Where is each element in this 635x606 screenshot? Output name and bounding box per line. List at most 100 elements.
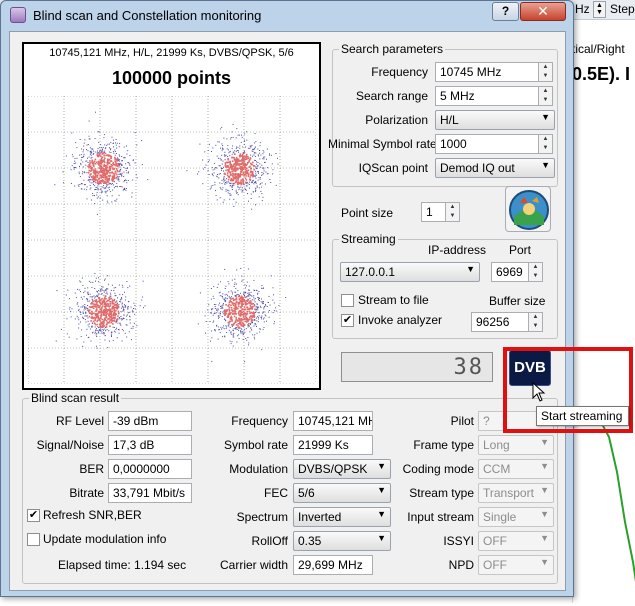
constellation-point <box>229 171 232 173</box>
stream-type-select[interactable]: Transport ▼ <box>478 483 554 503</box>
analyzer-image-button[interactable] <box>505 186 551 232</box>
title-bar[interactable]: Blind scan and Constellation monitoring … <box>1 1 573 31</box>
constellation-point <box>257 321 259 323</box>
constellation-point <box>232 145 234 147</box>
min-symbol-rate-spinner[interactable]: ▲ ▼ <box>539 134 553 154</box>
constellation-point <box>229 194 231 196</box>
iqscan-point-select[interactable]: Demod IQ out ▼ <box>435 158 555 178</box>
port-spinner[interactable]: ▲ ▼ <box>529 262 543 282</box>
constellation-point <box>84 319 86 321</box>
constellation-point <box>132 326 134 327</box>
spin-down-icon[interactable]: ▼ <box>539 72 552 81</box>
search-range-input[interactable]: 5 MHz <box>435 86 539 106</box>
rolloff-select[interactable]: 0.35 ▼ <box>293 531 391 551</box>
npd-select[interactable]: OFF ▼ <box>478 555 554 575</box>
constellation-point <box>114 170 117 173</box>
constellation-point <box>92 163 95 165</box>
refresh-snr-checkbox[interactable]: ✔ <box>27 509 40 522</box>
min-symbol-rate-input[interactable]: 1000 <box>435 134 539 154</box>
spin-down-icon[interactable]: ▼ <box>446 212 459 221</box>
spectrum-select[interactable]: Inverted ▼ <box>293 507 391 527</box>
constellation-point <box>106 310 109 313</box>
constellation-point <box>95 178 97 181</box>
spin-up-icon[interactable]: ▲ <box>446 203 459 212</box>
constellation-point <box>250 168 252 170</box>
buffer-size-spinner[interactable]: ▲ ▼ <box>529 312 543 332</box>
port-label: Port <box>509 243 532 257</box>
spin-down-icon[interactable]: ▼ <box>529 322 542 331</box>
constellation-point <box>207 161 209 162</box>
frequency-input[interactable]: 10745 MHz <box>435 62 539 82</box>
input-stream-select[interactable]: Single ▼ <box>478 507 554 527</box>
chevron-down-icon: ▼ <box>540 485 549 495</box>
chevron-down-icon: ▼ <box>540 509 549 519</box>
spin-up-icon[interactable]: ▲ <box>529 313 542 322</box>
invoke-analyzer-checkbox[interactable]: ✔ <box>341 314 354 327</box>
ip-address-select[interactable]: 127.0.0.1 ▼ <box>340 262 480 282</box>
constellation-point <box>98 297 100 299</box>
fec-select[interactable]: 5/6 ▼ <box>293 483 391 503</box>
constellation-point <box>134 313 136 315</box>
constellation-point <box>239 310 242 313</box>
modulation-select[interactable]: DVBS/QPSK ▼ <box>293 459 391 479</box>
constellation-point <box>104 182 107 184</box>
update-modulation-checkbox[interactable] <box>27 533 40 546</box>
constellation-point <box>97 316 99 318</box>
frequency-spinner[interactable]: ▲ ▼ <box>539 62 553 82</box>
constellation-point <box>107 162 109 164</box>
constellation-point <box>253 191 254 193</box>
constellation-point <box>231 170 234 172</box>
constellation-point <box>122 160 123 162</box>
constellation-point <box>273 323 275 325</box>
constellation-point <box>115 163 118 165</box>
constellation-point <box>127 287 129 289</box>
constellation-point <box>260 301 262 303</box>
constellation-point <box>101 331 103 333</box>
constellation-point <box>112 339 114 341</box>
buffer-size-input[interactable]: 96256 <box>471 312 529 332</box>
constellation-point <box>238 329 240 331</box>
spin-up-icon[interactable]: ▲ <box>539 87 552 96</box>
constellation-point <box>230 137 232 138</box>
constellation-point <box>247 181 249 183</box>
constellation-point <box>246 310 248 313</box>
issyi-select[interactable]: OFF ▼ <box>478 531 554 551</box>
constellation-point <box>214 306 216 308</box>
constellation-point <box>99 151 101 153</box>
help-button[interactable]: ? <box>492 2 519 21</box>
constellation-point <box>262 312 264 314</box>
spin-up-icon[interactable]: ▲ <box>529 263 542 272</box>
constellation-point <box>221 167 222 169</box>
constellation-point <box>255 172 257 174</box>
constellation-point <box>227 313 230 315</box>
spin-up-icon[interactable]: ▲ <box>539 135 552 144</box>
constellation-point <box>224 183 226 185</box>
constellation-point <box>255 170 257 172</box>
port-input[interactable]: 6969 <box>491 262 529 282</box>
polarization-select[interactable]: H/L ▼ <box>435 110 555 130</box>
frame-type-select[interactable]: Long ▼ <box>478 435 554 455</box>
spin-down-icon[interactable]: ▼ <box>529 272 542 281</box>
constellation-point <box>132 311 134 313</box>
constellation-point <box>107 303 110 305</box>
constellation-point <box>95 186 97 188</box>
spin-up-icon[interactable]: ▲ <box>539 63 552 72</box>
coding-mode-select[interactable]: CCM ▼ <box>478 459 554 479</box>
constellation-point <box>260 154 262 156</box>
stream-to-file-checkbox[interactable] <box>341 294 354 307</box>
point-size-spinner[interactable]: ▲ ▼ <box>446 202 460 222</box>
constellation-point <box>113 187 115 189</box>
constellation-point <box>258 315 260 317</box>
constellation-point <box>243 317 246 320</box>
constellation-point <box>237 305 240 307</box>
search-range-spinner[interactable]: ▲ ▼ <box>539 86 553 106</box>
constellation-point <box>127 312 129 314</box>
spin-down-icon[interactable]: ▼ <box>539 96 552 105</box>
background-spinner[interactable]: ▲ ▼ <box>593 1 606 18</box>
spin-down-icon[interactable]: ▼ <box>539 144 552 153</box>
close-button[interactable]: ✕ <box>520 2 566 21</box>
constellation-point <box>219 157 221 159</box>
constellation-point <box>241 331 243 333</box>
point-size-input[interactable]: 1 <box>421 202 446 222</box>
constellation-point <box>133 322 135 324</box>
